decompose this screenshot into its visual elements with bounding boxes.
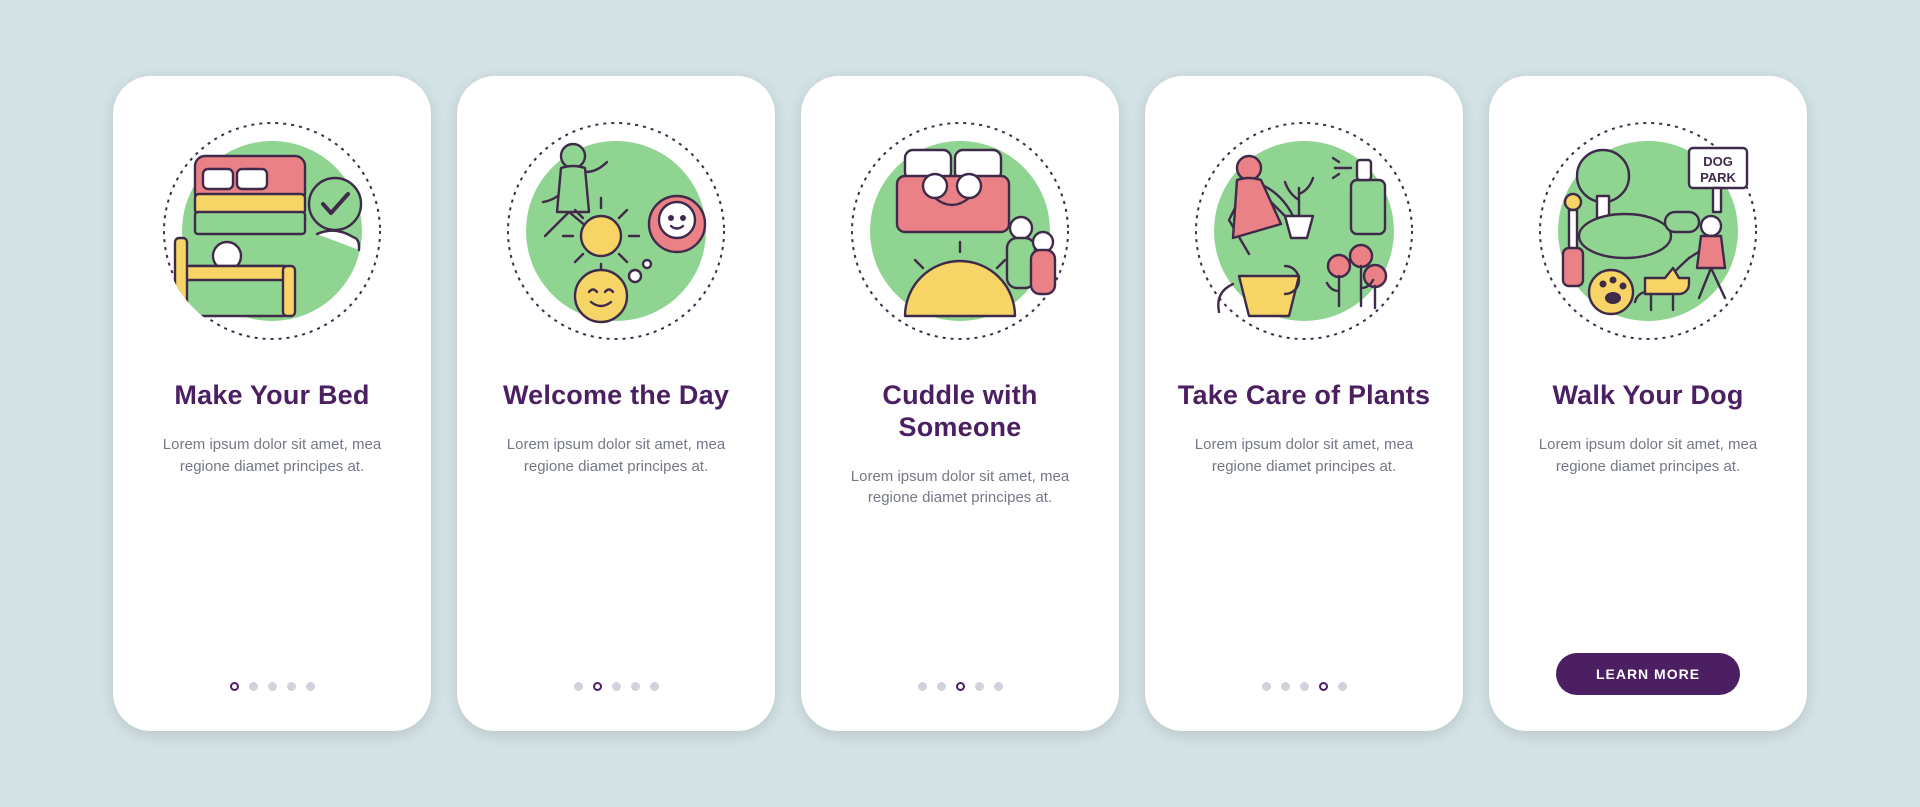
card-desc: Lorem ipsum dolor sit amet, mea regione … (1523, 434, 1773, 478)
onboarding-card-cuddle: Cuddle with Someone Lorem ipsum dolor si… (801, 76, 1119, 731)
page-dot[interactable] (956, 682, 965, 691)
page-dot[interactable] (937, 682, 946, 691)
onboarding-card-walk-dog: DOG PARK (1489, 76, 1807, 731)
page-dots (1262, 682, 1347, 695)
page-dot[interactable] (230, 682, 239, 691)
learn-more-button[interactable]: LEARN MORE (1556, 653, 1740, 695)
page-dot[interactable] (574, 682, 583, 691)
page-dot[interactable] (918, 682, 927, 691)
cuddle-icon (845, 116, 1075, 346)
onboarding-card-make-bed: Make Your Bed Lorem ipsum dolor sit amet… (113, 76, 431, 731)
page-dot[interactable] (593, 682, 602, 691)
card-desc: Lorem ipsum dolor sit amet, mea regione … (491, 434, 741, 478)
onboarding-text: Take Care of Plants Lorem ipsum dolor si… (1171, 346, 1437, 682)
card-title: Walk Your Dog (1552, 380, 1743, 412)
page-dot[interactable] (306, 682, 315, 691)
card-desc: Lorem ipsum dolor sit amet, mea regione … (835, 466, 1085, 510)
page-dot[interactable] (1281, 682, 1290, 691)
page-dot[interactable] (268, 682, 277, 691)
page-dot[interactable] (1319, 682, 1328, 691)
onboarding-card-plants: Take Care of Plants Lorem ipsum dolor si… (1145, 76, 1463, 731)
card-desc: Lorem ipsum dolor sit amet, mea regione … (147, 434, 397, 478)
page-dot[interactable] (1262, 682, 1271, 691)
onboarding-text: Cuddle with Someone Lorem ipsum dolor si… (827, 346, 1093, 682)
walk-dog-icon: DOG PARK (1533, 116, 1763, 346)
page-dots (230, 682, 315, 695)
card-title: Make Your Bed (174, 380, 369, 412)
onboarding-card-welcome-day: Welcome the Day Lorem ipsum dolor sit am… (457, 76, 775, 731)
card-title: Welcome the Day (503, 380, 729, 412)
card-title: Take Care of Plants (1178, 380, 1430, 412)
welcome-day-icon (501, 116, 731, 346)
onboarding-text: Welcome the Day Lorem ipsum dolor sit am… (483, 346, 749, 682)
plants-icon (1189, 116, 1419, 346)
onboarding-text: Walk Your Dog Lorem ipsum dolor sit amet… (1515, 346, 1781, 653)
page-dot[interactable] (1338, 682, 1347, 691)
page-dot[interactable] (650, 682, 659, 691)
page-dots (918, 682, 1003, 695)
make-bed-icon (157, 116, 387, 346)
page-dot[interactable] (249, 682, 258, 691)
sign-text-line1: DOG (1703, 154, 1733, 169)
card-desc: Lorem ipsum dolor sit amet, mea regione … (1179, 434, 1429, 478)
page-dot[interactable] (994, 682, 1003, 691)
page-dots (574, 682, 659, 695)
sign-text-line2: PARK (1700, 170, 1736, 185)
onboarding-text: Make Your Bed Lorem ipsum dolor sit amet… (139, 346, 405, 682)
page-dot[interactable] (612, 682, 621, 691)
page-dot[interactable] (1300, 682, 1309, 691)
page-dot[interactable] (287, 682, 296, 691)
onboarding-row: Make Your Bed Lorem ipsum dolor sit amet… (73, 36, 1847, 771)
page-dot[interactable] (631, 682, 640, 691)
card-title: Cuddle with Someone (830, 380, 1090, 444)
page-dot[interactable] (975, 682, 984, 691)
